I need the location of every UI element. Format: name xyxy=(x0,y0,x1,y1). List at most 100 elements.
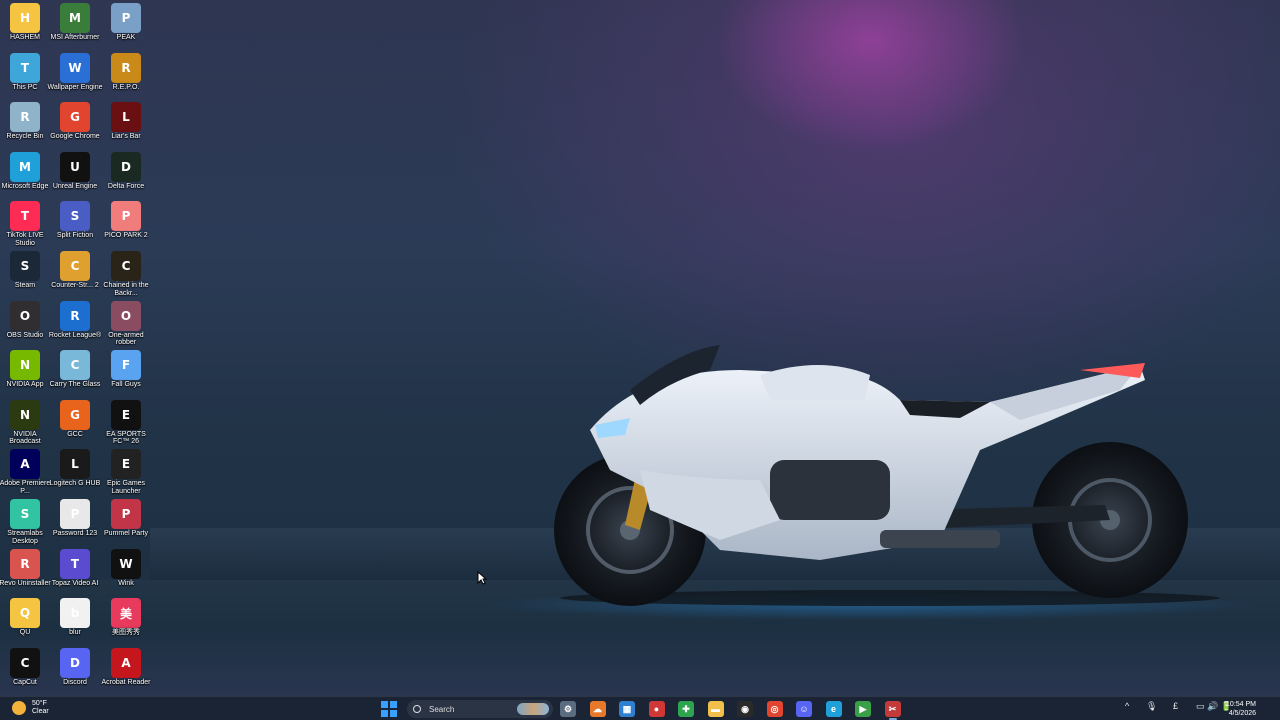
desktop-icon-label: EA SPORTS FC™ 26 xyxy=(106,430,146,446)
chained-icon: C xyxy=(111,251,141,281)
meitu-icon: 美 xyxy=(111,598,141,629)
revo-icon: R xyxy=(10,548,40,579)
show-hidden-icons-chevron[interactable]: ^ xyxy=(1125,701,1129,711)
text-file-icon: P xyxy=(60,499,90,529)
desktop-icon-label: NVIDIA App xyxy=(6,381,44,389)
xbox-app-icon[interactable]: ✚ xyxy=(678,701,694,717)
desktop-icon-epic-games[interactable]: E Epic Games Launcher xyxy=(101,449,151,497)
desktop-icon-logitech[interactable]: L Logitech G HUB xyxy=(50,449,100,497)
chrome-taskbar-icon[interactable]: ◎ xyxy=(766,701,783,717)
fall-guys-icon: F xyxy=(111,350,141,381)
edge-icon: M xyxy=(10,151,40,182)
desktop-icon-nvidia[interactable]: N NVIDIA App xyxy=(0,350,50,398)
desktop-icon-steam[interactable]: S Steam xyxy=(0,251,50,299)
desktop-icon-edge[interactable]: M Microsoft Edge xyxy=(0,151,50,200)
microphone-icon[interactable]: 🎙 xyxy=(1146,701,1157,712)
desktop-icon-label: Carry The Glass xyxy=(49,381,101,389)
desktop-icon-obs[interactable]: O OBS Studio xyxy=(0,300,50,349)
desktop-icon-recycle-bin[interactable]: R Recycle Bin xyxy=(0,102,50,150)
streamlabs-icon: S xyxy=(10,499,40,529)
desktop-icon-rocket-league[interactable]: R Rocket League® xyxy=(49,300,101,349)
desktop-icon-label: Acrobat Reader xyxy=(101,678,151,686)
desktop-icon-counter-strike[interactable]: C Counter-Str... 2 xyxy=(50,251,100,299)
desktop-icon-folder[interactable]: Q QU xyxy=(0,598,50,646)
desktop-icon-nvidia-broadcast[interactable]: N NVIDIA Broadcast xyxy=(0,399,50,448)
edge-taskbar-icon[interactable]: e xyxy=(825,701,842,717)
desktop-icon-text-file[interactable]: P Password 123 xyxy=(50,499,100,547)
desktop-icon-msi-afterburner[interactable]: M MSI Afterburner xyxy=(50,3,100,51)
start-button[interactable] xyxy=(381,701,397,717)
liars-bar-icon: L xyxy=(111,102,141,133)
settings-app-icon[interactable]: ⚙ xyxy=(560,701,576,717)
desktop-icon-acrobat[interactable]: A Acrobat Reader xyxy=(101,647,151,696)
weather-temperature: 50°F xyxy=(32,700,47,707)
epic-games-icon: E xyxy=(111,449,141,480)
delta-force-icon: D xyxy=(111,151,141,182)
desktop-icon-label: Topaz Video AI xyxy=(51,579,99,587)
desktop-icon-label: PICO PARK 2 xyxy=(104,232,148,240)
play-app-icon[interactable]: ▶ xyxy=(855,701,871,717)
desktop-icon-delta-force[interactable]: D Delta Force xyxy=(101,151,151,200)
desktop-icon-carry-the-glass[interactable]: C Carry The Glass xyxy=(50,350,100,398)
desktop-icon-blur[interactable]: b blur xyxy=(50,598,100,646)
desktop-icon-unreal[interactable]: U Unreal Engine xyxy=(50,151,100,200)
desktop-icon-repo[interactable]: R R.E.P.O. xyxy=(101,52,151,101)
taskbar: 50°F Clear Search ⚙ ☁ ▦ ● ✚ ▬ ◉ ◎ ☺ e ▶ ✂ ^ 🎙 £ ▭ 🔊… xyxy=(0,696,1280,720)
snipping-app-icon[interactable]: ✂ xyxy=(884,701,901,720)
weather-widget[interactable]: 50°F Clear xyxy=(12,700,49,716)
desktop-icon-discord[interactable]: D Discord xyxy=(50,647,100,696)
desktop-icon-label: One-armed robber xyxy=(108,331,144,347)
desktop-icon-one-armed-robber[interactable]: O One-armed robber xyxy=(101,300,151,349)
desktop-icon-revo[interactable]: R Revo Uninstaller xyxy=(0,548,51,597)
split-fiction-icon: S xyxy=(60,201,90,232)
photos-app-icon[interactable]: ▦ xyxy=(619,701,635,717)
desktop-icon-capcut[interactable]: C CapCut xyxy=(0,647,50,696)
counter-strike-icon: C xyxy=(60,251,90,281)
wallpaper-motorcycle xyxy=(554,345,1220,606)
taskbar-search-box[interactable]: Search xyxy=(407,700,553,718)
desktop-icon-label: Pummel Party xyxy=(104,530,148,537)
desktop-icon-peak[interactable]: P PEAK xyxy=(101,3,151,51)
desktop-icon-label: Microsoft Edge xyxy=(1,182,49,190)
desktop-icon-topaz[interactable]: T Topaz Video AI xyxy=(50,548,100,597)
desktop-icon-liars-bar[interactable]: L Liar's Bar xyxy=(101,102,151,150)
desktop-icon-wink[interactable]: W Wink xyxy=(101,548,151,597)
acrobat-icon: A xyxy=(111,647,141,678)
rocket-league-icon: R xyxy=(60,300,90,331)
discord-taskbar-icon[interactable]: ☺ xyxy=(796,701,812,717)
desktop-icon-meitu[interactable]: 美美图秀秀 xyxy=(101,598,151,646)
desktop-icon-wallpaper-engine[interactable]: W Wallpaper Engine xyxy=(47,52,103,101)
cloud-app-icon[interactable]: ☁ xyxy=(589,701,606,717)
language-indicator[interactable]: £ xyxy=(1173,701,1178,711)
steam-icon: S xyxy=(10,251,40,281)
desktop-icon-pummel-party[interactable]: P Pummel Party xyxy=(101,499,151,547)
desktop-icon-gcc[interactable]: G GCC xyxy=(50,399,100,448)
wink-icon: W xyxy=(111,548,141,579)
desktop-icon-label: Fall Guys xyxy=(111,381,141,389)
desktop-icon-label: Unreal Engine xyxy=(52,182,98,190)
desktop-icon-chained[interactable]: C Chained in the Backr... xyxy=(101,251,151,299)
desktop-icon-ea-sports-fc[interactable]: E EA SPORTS FC™ 26 xyxy=(101,399,151,448)
desktop-icon-label: Wallpaper Engine xyxy=(47,83,103,91)
file-explorer-icon[interactable]: ▬ xyxy=(707,701,724,717)
desktop-icon-label: R.E.P.O. xyxy=(112,83,140,91)
desktop-icon-fall-guys[interactable]: F Fall Guys xyxy=(101,350,151,398)
record-app-icon[interactable]: ● xyxy=(648,701,665,717)
desktop-icon-streamlabs[interactable]: S Streamlabs Desktop xyxy=(0,499,50,547)
desktop-icon-label: Chained in the Backr... xyxy=(103,282,149,297)
desktop-icon-chrome[interactable]: G Google Chrome xyxy=(50,102,100,150)
wallpaper-engine-icon: W xyxy=(60,52,90,83)
desktop-icon-split-fiction[interactable]: S Split Fiction xyxy=(50,201,100,249)
desktop-icon-pico-park[interactable]: P PICO PARK 2 xyxy=(101,201,151,249)
carry-the-glass-icon: C xyxy=(60,350,90,381)
taskbar-clock[interactable]: 10:54 PM 4/5/2026 xyxy=(1226,700,1256,718)
capcut-icon: C xyxy=(10,647,40,678)
desktop-icon-monitor[interactable]: T This PC xyxy=(0,52,50,101)
desktop-icon-tiktok[interactable]: T TikTok LIVE Studio xyxy=(0,201,50,249)
desktop-icon-premiere[interactable]: A Adobe Premiere P... xyxy=(0,449,50,497)
webcam-app-icon[interactable]: ◉ xyxy=(737,701,753,717)
desktop-icon-folder[interactable]: H HASHEM xyxy=(0,3,50,51)
mouse-cursor xyxy=(477,571,487,585)
nvidia-icon: N xyxy=(10,350,40,381)
search-placeholder: Search xyxy=(429,704,455,714)
